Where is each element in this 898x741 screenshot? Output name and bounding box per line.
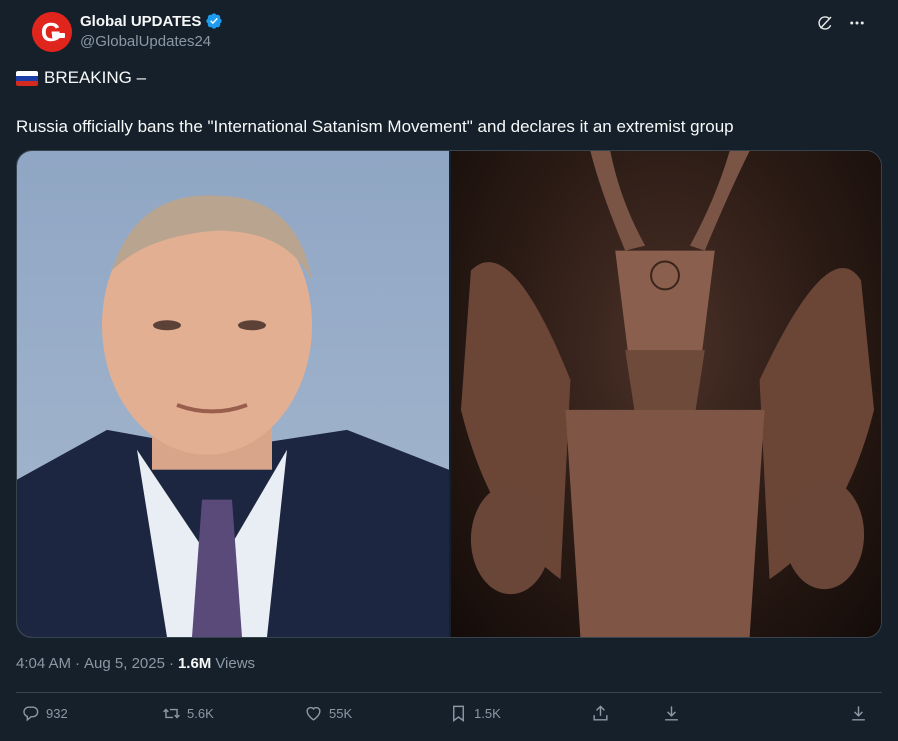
tweet-meta: 4:04 AM · Aug 5, 2025 · 1.6M Views xyxy=(16,655,255,672)
retweet-count: 5.6K xyxy=(187,706,214,721)
action-bar: 932 5.6K 55K 1.5K xyxy=(16,704,882,730)
reply-button[interactable]: 932 xyxy=(21,704,68,723)
avatar-logo-icon: G xyxy=(32,12,72,52)
tweet-text-line-1: BREAKING – xyxy=(16,67,146,89)
author-block: Global UPDATES @GlobalUpdates24 xyxy=(80,12,223,50)
retweet-button[interactable]: 5.6K xyxy=(162,704,214,723)
meta-separator: · xyxy=(168,655,174,672)
media-photo-left[interactable] xyxy=(17,151,449,637)
tweet-header: G Global UPDATES @GlobalUpdates24 xyxy=(16,0,882,66)
more-options-button[interactable] xyxy=(846,12,868,34)
download-button[interactable] xyxy=(662,704,681,723)
display-name[interactable]: Global UPDATES xyxy=(80,13,201,30)
header-actions xyxy=(814,12,868,34)
share-icon xyxy=(593,705,608,721)
bookmark-count: 1.5K xyxy=(474,706,501,721)
views-label: Views xyxy=(215,655,256,672)
media-photo-right[interactable] xyxy=(451,151,881,637)
download-icon xyxy=(665,706,678,721)
download-media-button[interactable] xyxy=(849,704,868,723)
like-count: 55K xyxy=(329,706,353,721)
heart-icon xyxy=(306,706,321,721)
divider xyxy=(16,692,882,693)
meta-separator: · xyxy=(75,655,81,672)
avatar[interactable]: G xyxy=(32,12,72,52)
reply-icon xyxy=(23,706,39,722)
like-button[interactable]: 55K xyxy=(304,704,352,723)
retweet-icon xyxy=(163,708,180,719)
grok-button[interactable] xyxy=(814,12,836,34)
tweet-date[interactable]: Aug 5, 2025 xyxy=(84,655,165,672)
svg-text:G: G xyxy=(41,17,61,47)
statue-photo-illustration xyxy=(460,151,875,637)
bookmark-icon xyxy=(453,705,464,723)
tweet: G Global UPDATES @GlobalUpdates24 BREAKI… xyxy=(0,0,898,741)
download-icon xyxy=(852,706,865,721)
views-count: 1.6M xyxy=(177,655,212,672)
tweet-text-line-2: Russia officially bans the "Internationa… xyxy=(16,117,734,136)
more-dots-icon xyxy=(850,21,864,25)
reply-count: 932 xyxy=(46,706,68,721)
bookmark-button[interactable]: 1.5K xyxy=(449,704,501,723)
author-handle[interactable]: @GlobalUpdates24 xyxy=(80,33,223,50)
tweet-media[interactable] xyxy=(16,150,882,638)
russia-flag-icon xyxy=(16,70,38,86)
grok-icon xyxy=(818,16,832,30)
tweet-time[interactable]: 4:04 AM xyxy=(16,655,71,672)
verified-badge-icon xyxy=(206,13,223,29)
share-button[interactable] xyxy=(591,704,610,723)
breaking-text: BREAKING – xyxy=(44,68,147,87)
portrait-photo-illustration xyxy=(17,195,449,637)
